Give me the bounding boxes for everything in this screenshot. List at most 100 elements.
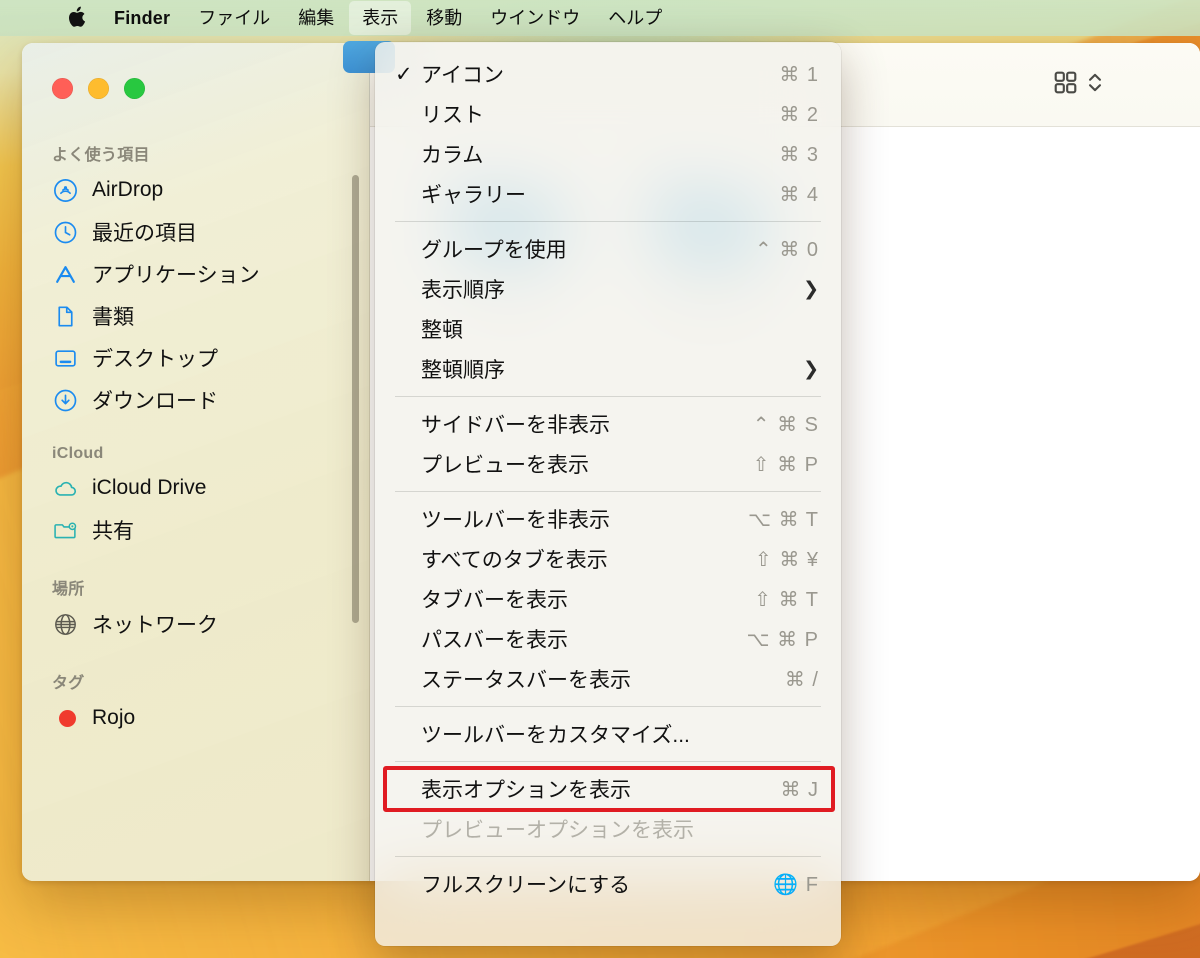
menu-item-label: 整頓 bbox=[421, 319, 463, 342]
sidebar-item-shared[interactable]: 共有 bbox=[22, 509, 369, 551]
submenu-arrow-icon: ❯ bbox=[803, 278, 819, 300]
desktop-screen: Finder ファイル 編集 表示 移動 ウインドウ ヘルプ よく使う項目 Ai… bbox=[0, 0, 1200, 958]
menubar-item-go[interactable]: 移動 bbox=[413, 1, 475, 35]
menu-item-shortcut: ⌥ ⌘ P bbox=[746, 628, 819, 651]
menubar-item-help[interactable]: ヘルプ bbox=[595, 1, 675, 35]
menu-bar: Finder ファイル 編集 表示 移動 ウインドウ ヘルプ bbox=[0, 0, 1200, 36]
menu-item-shortcut: ⌘ 4 bbox=[779, 183, 819, 206]
sidebar-group-title-icloud: iCloud bbox=[52, 445, 104, 462]
sidebar-item-icloud-drive[interactable]: iCloud Drive bbox=[22, 467, 369, 509]
document-icon bbox=[52, 303, 78, 329]
menu-item-shortcut: ⌘ 3 bbox=[779, 143, 819, 166]
menu-item-label: アイコン bbox=[421, 64, 504, 87]
grid-view-icon[interactable] bbox=[1052, 69, 1079, 101]
submenu-arrow-icon: ❯ bbox=[803, 358, 819, 380]
download-icon bbox=[52, 387, 78, 413]
menu-separator bbox=[395, 221, 821, 222]
chevron-up-down-icon[interactable] bbox=[1087, 69, 1103, 101]
close-button[interactable] bbox=[52, 78, 73, 99]
sidebar-group-title-locations: 場所 bbox=[52, 581, 85, 598]
shortcut-key: F bbox=[805, 873, 819, 896]
menu-item-label: プレビューオプションを表示 bbox=[421, 819, 694, 842]
menu-item-show-tab-bar[interactable]: タブバーを表示 ⇧ ⌘ T bbox=[375, 579, 841, 619]
menu-item-hide-toolbar[interactable]: ツールバーを非表示 ⌥ ⌘ T bbox=[375, 499, 841, 539]
apple-logo-icon[interactable] bbox=[68, 5, 87, 29]
menu-item-label: リスト bbox=[421, 104, 484, 127]
view-menu-dropdown: ✓ アイコン ⌘ 1 リスト ⌘ 2 カラム ⌘ 3 ギャラリー ⌘ 4 グルー… bbox=[375, 42, 841, 946]
sidebar-item-label: 最近の項目 bbox=[92, 222, 197, 245]
cloud-icon bbox=[52, 475, 78, 501]
menu-item-label: 表示順序 bbox=[421, 279, 505, 302]
sidebar-item-label: ダウンロード bbox=[92, 390, 218, 413]
menu-item-show-view-options[interactable]: 表示オプションを表示 ⌘ J bbox=[375, 766, 841, 812]
sidebar-item-label: Rojo bbox=[92, 706, 136, 729]
menu-item-show-path-bar[interactable]: パスバーを表示 ⌥ ⌘ P bbox=[375, 619, 841, 659]
menu-item-shortcut: 🌐 F bbox=[773, 872, 819, 897]
menu-item-show-preview[interactable]: プレビューを表示 ⇧ ⌘ P bbox=[375, 444, 841, 484]
menu-item-shortcut: ⌘ / bbox=[784, 668, 819, 691]
menu-item-label: ステータスバーを表示 bbox=[421, 669, 631, 692]
shared-folder-icon bbox=[52, 517, 78, 543]
menu-item-clean-up[interactable]: 整頓 bbox=[375, 309, 841, 349]
globe-icon bbox=[52, 611, 78, 637]
menubar-item-view[interactable]: 表示 bbox=[349, 1, 412, 35]
sidebar-item-downloads[interactable]: ダウンロード bbox=[22, 379, 369, 421]
menu-item-shortcut: ⇧ ⌘ P bbox=[752, 453, 819, 476]
zoom-button[interactable] bbox=[124, 78, 145, 99]
menu-item-shortcut: ⌘ J bbox=[780, 778, 819, 801]
sidebar-group-title-tags: タグ bbox=[52, 675, 85, 692]
sidebar-item-documents[interactable]: 書類 bbox=[22, 295, 369, 337]
menu-item-icon-view[interactable]: ✓ アイコン ⌘ 1 bbox=[375, 54, 841, 94]
sidebar-item-desktop[interactable]: デスクトップ bbox=[22, 337, 369, 379]
menu-item-label: 整頓順序 bbox=[421, 359, 505, 382]
menu-item-use-groups[interactable]: グループを使用 ⌃ ⌘ 0 bbox=[375, 229, 841, 269]
airdrop-icon bbox=[52, 177, 78, 203]
view-options-button[interactable] bbox=[1052, 69, 1103, 101]
menu-item-clean-up-by[interactable]: 整頓順序 ❯ bbox=[375, 349, 841, 389]
sidebar-item-airdrop[interactable]: AirDrop bbox=[22, 169, 369, 211]
finder-sidebar: よく使う項目 AirDrop 最近の項目 アプリケーション 書類 デスクトップ … bbox=[22, 43, 370, 881]
minimize-button[interactable] bbox=[88, 78, 109, 99]
menu-separator bbox=[395, 761, 821, 762]
menu-item-column-view[interactable]: カラム ⌘ 3 bbox=[375, 134, 841, 174]
menubar-item-finder[interactable]: Finder bbox=[101, 1, 183, 35]
window-controls bbox=[22, 57, 369, 99]
menu-separator bbox=[395, 856, 821, 857]
sidebar-item-network[interactable]: ネットワーク bbox=[22, 603, 369, 645]
sidebar-item-tag-rojo[interactable]: Rojo bbox=[22, 697, 369, 739]
menu-item-gallery-view[interactable]: ギャラリー ⌘ 4 bbox=[375, 174, 841, 214]
sidebar-scrollbar[interactable] bbox=[352, 175, 359, 623]
menu-item-show-status-bar[interactable]: ステータスバーを表示 ⌘ / bbox=[375, 659, 841, 699]
menu-item-hide-sidebar[interactable]: サイドバーを非表示 ⌃ ⌘ S bbox=[375, 404, 841, 444]
menu-item-list-view[interactable]: リスト ⌘ 2 bbox=[375, 94, 841, 134]
menu-item-label: パスバーを表示 bbox=[421, 629, 568, 652]
menu-item-show-preview-options: プレビューオプションを表示 bbox=[375, 809, 841, 849]
menu-separator bbox=[395, 491, 821, 492]
sidebar-item-recents[interactable]: 最近の項目 bbox=[22, 211, 369, 253]
menu-item-label: ツールバーを非表示 bbox=[421, 509, 610, 532]
menu-item-enter-full-screen[interactable]: フルスクリーンにする 🌐 F bbox=[375, 864, 841, 904]
menu-item-label: プレビューを表示 bbox=[421, 454, 589, 477]
menu-item-label: カラム bbox=[421, 144, 484, 167]
menubar-item-window[interactable]: ウインドウ bbox=[477, 1, 593, 35]
sidebar-item-label: 書類 bbox=[92, 306, 134, 329]
menu-item-shortcut: ⌘ 1 bbox=[779, 63, 819, 86]
menu-item-sort-by[interactable]: 表示順序 ❯ bbox=[375, 269, 841, 309]
menu-item-shortcut: ⌘ 2 bbox=[779, 103, 819, 126]
menu-item-label: ギャラリー bbox=[421, 184, 526, 207]
sidebar-item-applications[interactable]: アプリケーション bbox=[22, 253, 369, 295]
menu-item-shortcut: ⌃ ⌘ S bbox=[752, 413, 819, 436]
menu-item-show-all-tabs[interactable]: すべてのタブを表示 ⇧ ⌘ ¥ bbox=[375, 539, 841, 579]
sidebar-item-label: デスクトップ bbox=[92, 348, 218, 371]
menu-item-customize-toolbar[interactable]: ツールバーをカスタマイズ... bbox=[375, 714, 841, 754]
menu-separator bbox=[395, 396, 821, 397]
menubar-item-edit[interactable]: 編集 bbox=[285, 1, 347, 35]
sidebar-item-label: ネットワーク bbox=[92, 614, 218, 637]
menu-item-label: グループを使用 bbox=[421, 239, 567, 262]
menu-item-label: ツールバーをカスタマイズ... bbox=[421, 724, 690, 747]
menubar-item-file[interactable]: ファイル bbox=[185, 1, 283, 35]
menu-item-label: タブバーを表示 bbox=[421, 589, 568, 612]
checkmark-icon: ✓ bbox=[395, 62, 413, 86]
menu-item-shortcut: ⌥ ⌘ T bbox=[747, 508, 819, 531]
clock-icon bbox=[52, 219, 78, 245]
